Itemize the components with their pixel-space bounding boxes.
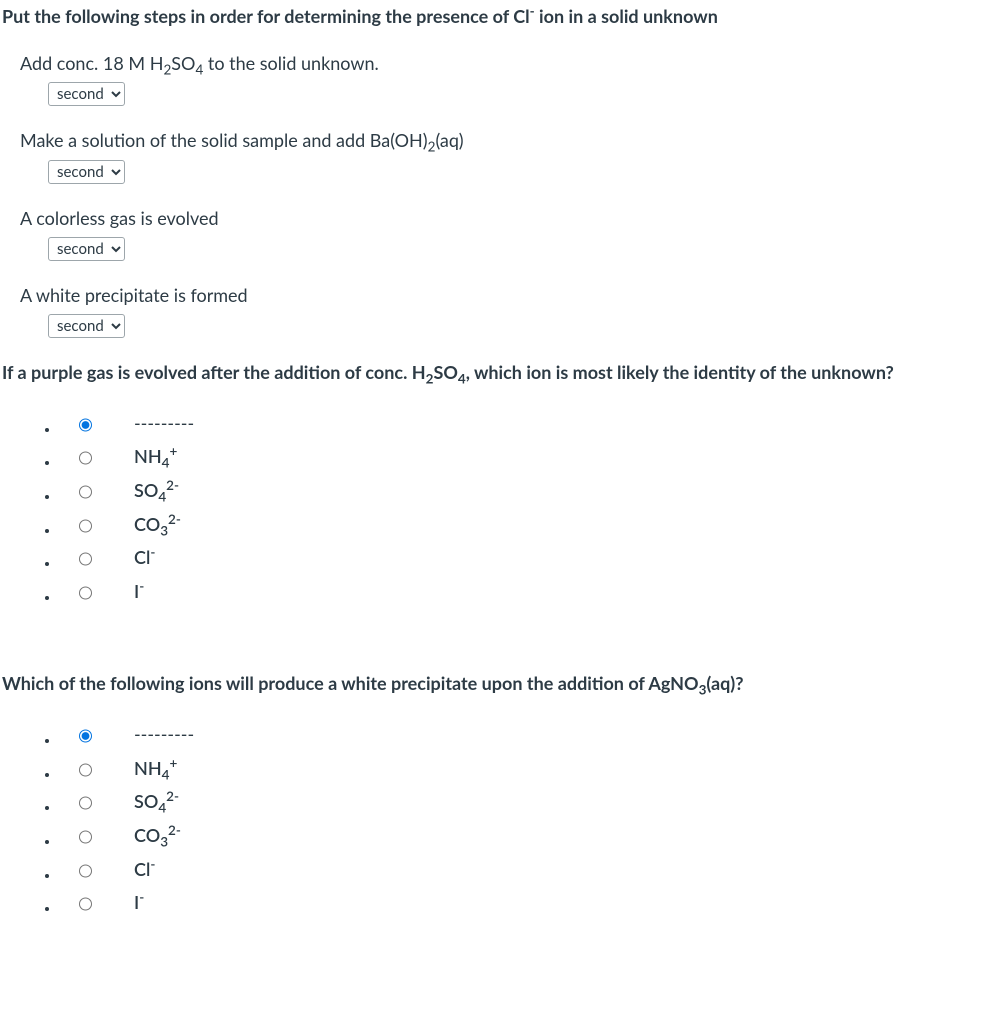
list-item: SO42- [60,475,1006,509]
list-item: --------- [60,718,1006,752]
ordering-text-1: Make a solution of the solid sample and … [20,128,1006,153]
q2-title: If a purple gas is evolved after the add… [2,360,1006,385]
q1-title-pre: Put the following steps in order for det… [2,5,530,27]
list-item: NH4+ [60,441,1006,475]
option-co3-label: CO32- [134,823,181,848]
q2-radio-blank[interactable] [79,416,92,434]
list-item: I- [60,576,1006,610]
text: A colorless gas is evolved [20,207,219,229]
ordering-text-0: Add conc. 18 M H2SO4 to the solid unknow… [20,51,1006,76]
q2-radio-co3[interactable] [79,517,92,535]
text: , which ion is most likely the identity … [466,361,894,383]
q3-title: Which of the following ions will produce… [2,671,1006,696]
text: to the solid unknown. [203,52,378,74]
q3-options: --------- NH4+ SO42- CO32- Cl- I- [42,718,1006,920]
option-nh4-label: NH4+ [134,444,177,469]
q2-radio-nh4[interactable] [79,449,92,467]
text: Add conc. 18 M H [20,52,163,74]
ordering-select-2[interactable]: second [48,237,125,261]
ordering-text-2: A colorless gas is evolved [20,206,1006,231]
q3-radio-blank[interactable] [79,727,92,745]
option-i-label: I- [134,579,144,604]
list-item: SO42- [60,786,1006,820]
q3-radio-cl[interactable] [79,862,92,880]
list-item: Cl- [60,542,1006,576]
ordering-select-3[interactable]: second [48,314,125,338]
text: A white precipitate is formed [20,284,248,306]
q1-title-post: ion in a solid unknown [535,5,718,27]
list-item: Cl- [60,853,1006,887]
list-item: CO32- [60,508,1006,542]
ordering-text-3: A white precipitate is formed [20,283,1006,308]
ordering-item-3: A white precipitate is formed second [20,283,1006,338]
question-1: Put the following steps in order for det… [2,4,1006,338]
ordering-select-1[interactable]: second [48,160,125,184]
list-item: NH4+ [60,752,1006,786]
q2-radio-so4[interactable] [79,483,92,501]
q3-radio-nh4[interactable] [79,761,92,779]
text: Which of the following ions will produce… [2,672,699,694]
q2-options: --------- NH4+ SO42- CO32- Cl- I- [42,407,1006,609]
q3-radio-co3[interactable] [79,828,92,846]
text: Make a solution of the solid sample and … [20,129,428,151]
option-blank-label: --------- [134,722,194,747]
option-cl-label: Cl- [134,857,155,882]
ordering-item-1: Make a solution of the solid sample and … [20,128,1006,183]
sub: 4 [458,371,466,387]
text: (aq) [435,129,463,151]
question-2: If a purple gas is evolved after the add… [2,360,1006,609]
list-item: --------- [60,407,1006,441]
option-co3-label: CO32- [134,512,181,537]
q2-radio-cl[interactable] [79,550,92,568]
option-i-label: I- [134,890,144,915]
q2-radio-i[interactable] [79,584,92,602]
q3-radio-so4[interactable] [79,794,92,812]
option-nh4-label: NH4+ [134,756,177,781]
option-blank-label: --------- [134,411,194,436]
list-item: CO32- [60,820,1006,854]
question-3: Which of the following ions will produce… [2,671,1006,920]
text: SO [433,361,457,383]
ordering-item-2: A colorless gas is evolved second [20,206,1006,261]
text: If a purple gas is evolved after the add… [2,361,426,383]
ordering-item-0: Add conc. 18 M H2SO4 to the solid unknow… [20,51,1006,106]
list-item: I- [60,887,1006,921]
option-so4-label: SO42- [134,478,179,503]
text: (aq)? [706,672,743,694]
ordering-select-0[interactable]: second [48,82,125,106]
q1-title: Put the following steps in order for det… [2,4,1006,29]
text: SO [171,52,195,74]
option-so4-label: SO42- [134,789,179,814]
q3-radio-i[interactable] [79,895,92,913]
option-cl-label: Cl- [134,545,155,570]
